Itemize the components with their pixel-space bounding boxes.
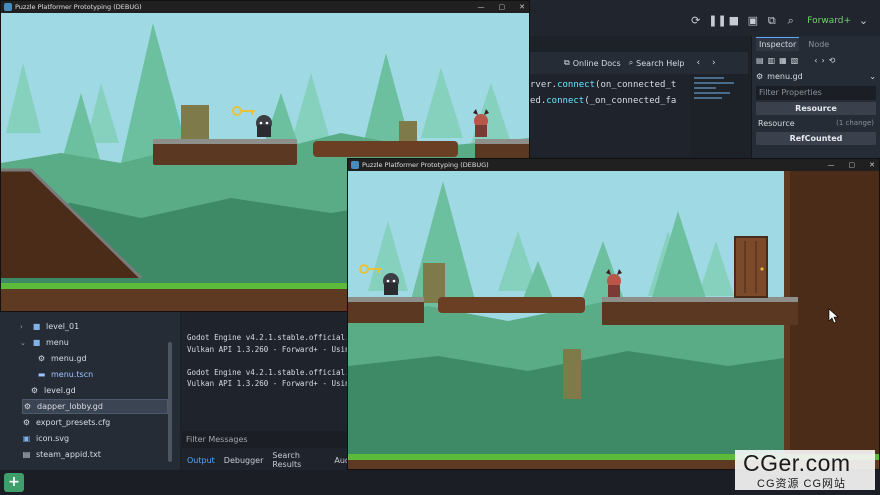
save-icon[interactable]: ▦ [779, 56, 787, 65]
watermark-main: CGer.com [743, 450, 851, 476]
config-icon: ⚙ [22, 418, 31, 427]
online-docs-label: Online Docs [572, 58, 621, 68]
resource-group-label: Resource [758, 119, 795, 128]
ruin-pillar [563, 349, 581, 399]
maximize-icon[interactable]: ▢ [849, 161, 856, 169]
inspector-object-selector[interactable]: ⚙ menu.gd ⌄ [752, 68, 880, 84]
chevron-left-icon[interactable]: ‹ [696, 58, 700, 68]
game-window-2[interactable]: Puzzle Platformer Prototyping (DEBUG) — … [347, 158, 880, 470]
gear-icon: ⚙ [756, 71, 764, 81]
close-icon[interactable]: ✕ [519, 3, 525, 11]
external-link-icon: ⧉ [564, 58, 570, 67]
minimize-icon[interactable]: — [828, 161, 835, 169]
window-titlebar[interactable]: Puzzle Platformer Prototyping (DEBUG) — … [1, 1, 529, 13]
remote-debug-icon[interactable]: ▣ [746, 14, 759, 27]
maximize-icon[interactable]: ▢ [499, 3, 506, 11]
list-item[interactable]: ⚙ level.gd [30, 383, 76, 398]
online-docs-button[interactable]: ⧉ Online Docs [564, 58, 621, 68]
list-item[interactable]: ⚙ export_presets.cfg [22, 415, 110, 430]
output-line: Godot Engine v4.2.1.stable.official.b [187, 367, 355, 377]
chevron-down-icon: ⌄ [869, 71, 876, 81]
list-item[interactable]: ▣ icon.svg [22, 431, 69, 446]
search-icon[interactable]: ⌕ [784, 14, 797, 27]
list-item[interactable]: ⚙ dapper_lobby.gd [22, 399, 168, 414]
change-count: (1 change) [836, 119, 874, 127]
window-title: Puzzle Platformer Prototyping (DEBUG) [362, 161, 489, 169]
output-line: Vulkan API 1.3.260 - Forward+ - Using [187, 379, 355, 388]
renderer-selector[interactable]: Forward+ [807, 16, 851, 26]
code-editor[interactable]: rver.connect(on_connected_t ed.connect(_… [530, 74, 690, 156]
chevron-right-icon[interactable]: › [712, 58, 716, 68]
player-hooded-sprite [383, 273, 399, 295]
wooden-platform [438, 297, 585, 313]
tab-debugger[interactable]: Debugger [224, 456, 264, 465]
search-help-label: Search Help [636, 58, 685, 68]
image-icon: ▣ [22, 434, 31, 443]
search-help-button[interactable]: ⌕ Search Help [629, 58, 685, 68]
godot-icon [4, 3, 12, 11]
list-item[interactable]: › ■ level_01 [20, 319, 79, 334]
section-refcounted[interactable]: RefCounted [756, 132, 876, 145]
bottom-panel-tabs: Output Debugger Search Results Aud [182, 451, 350, 469]
tab-inspector[interactable]: Inspector [756, 37, 800, 51]
reload-icon[interactable]: ⟳ [689, 14, 702, 27]
chevron-down-icon[interactable]: ⌄ [857, 14, 870, 27]
tab-node[interactable]: Node [805, 38, 832, 51]
gear-icon: ⚙ [30, 386, 39, 395]
history-icon[interactable]: ⟲ [829, 56, 836, 65]
scene-icon: ▬ [37, 370, 46, 379]
chevron-right-icon[interactable]: › [821, 56, 824, 65]
output-line: Godot Engine v4.2.1.stable.official.b [187, 333, 355, 342]
add-button[interactable]: + [4, 473, 24, 492]
godot-icon [351, 161, 359, 169]
output-line: Vulkan API 1.3.260 - Forward+ - Using [187, 344, 355, 354]
resource-group[interactable]: Resource (1 change) [752, 117, 880, 130]
chevron-left-icon[interactable]: ‹ [814, 56, 817, 65]
list-item[interactable]: ⚙ menu.gd [37, 351, 87, 366]
inspector-panel: Inspector Node ▤ ▥ ▦ ▧ ‹ › ⟲ ⚙ menu.gd ⌄… [751, 36, 880, 160]
tab-search-results[interactable]: Search Results [272, 451, 325, 469]
text-file-icon: ▤ [22, 450, 31, 459]
inspector-toolbar: ▤ ▥ ▦ ▧ ‹ › ⟲ [752, 52, 880, 68]
stop-icon[interactable]: ■ [727, 14, 740, 27]
door-sprite [734, 236, 768, 298]
wooden-platform [313, 141, 458, 157]
tools-icon[interactable]: ▧ [791, 56, 799, 65]
code-line: ed.connect(_on_connected_fa [530, 96, 677, 106]
folder-icon: ■ [32, 338, 41, 347]
script-toolbar: ⧉ Online Docs ⌕ Search Help ‹ › [530, 52, 748, 74]
editor-topbar: ⟳ ❚❚ ■ ▣ ⧉ ⌕ Forward+ ⌄ [530, 0, 880, 36]
list-item[interactable]: ▤ steam_appid.txt [22, 447, 101, 462]
ruin-pillar [423, 263, 445, 303]
filter-properties-input[interactable]: Filter Properties [756, 86, 876, 100]
watermark-sub: CG资源 CG网站 [757, 478, 847, 490]
window-title: Puzzle Platformer Prototyping (DEBUG) [15, 3, 142, 11]
code-minimap[interactable] [694, 74, 746, 114]
tab-output[interactable]: Output [187, 456, 215, 465]
close-icon[interactable]: ✕ [869, 161, 875, 169]
minimize-icon[interactable]: — [478, 3, 485, 11]
pause-icon[interactable]: ❚❚ [708, 14, 726, 27]
new-resource-icon[interactable]: ▤ [756, 56, 764, 65]
code-line: rver.connect(on_connected_t [530, 80, 677, 90]
open-folder-icon[interactable]: ▥ [768, 56, 776, 65]
filesystem-dock: › ■ level_01 ⌄ ■ menu ⚙ menu.gd ▬ menu.tscn ⚙ l… [0, 310, 180, 495]
gear-icon: ⚙ [37, 354, 46, 363]
game-viewport[interactable] [348, 171, 880, 470]
player-hooded-sprite [256, 115, 272, 137]
folder-icon: ■ [32, 322, 41, 331]
inspected-file-name: menu.gd [767, 71, 803, 81]
filesystem-scrollbar[interactable] [168, 342, 172, 462]
watermark: CGer.com CG资源 CG网站 [735, 450, 875, 490]
section-resource[interactable]: Resource [756, 102, 876, 115]
list-item[interactable]: ▬ menu.tscn [37, 367, 93, 382]
window-titlebar[interactable]: Puzzle Platformer Prototyping (DEBUG) — … [348, 159, 879, 171]
gear-icon: ⚙ [23, 402, 32, 411]
movie-maker-icon[interactable]: ⧉ [765, 14, 778, 27]
search-icon: ⌕ [628, 58, 634, 67]
filter-messages-input[interactable]: Filter Messages [182, 431, 350, 448]
desktop: ⟳ ❚❚ ■ ▣ ⧉ ⌕ Forward+ ⌄ ⧉ Online Docs ⌕ … [0, 0, 880, 495]
list-item[interactable]: ⌄ ■ menu [20, 335, 69, 350]
